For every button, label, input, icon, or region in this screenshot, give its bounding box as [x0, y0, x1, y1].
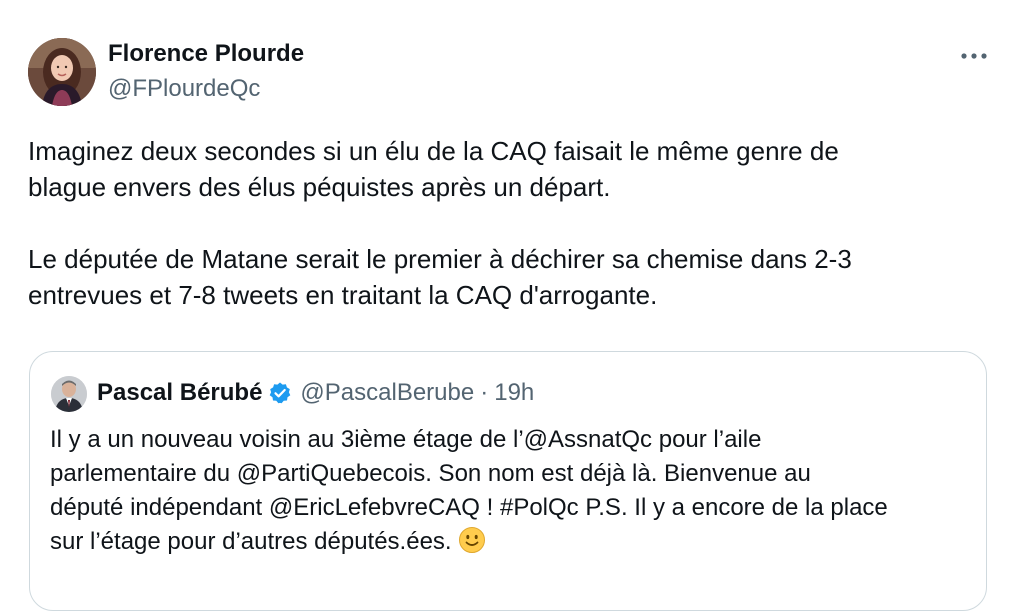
more-horizontal-icon — [961, 53, 987, 59]
quoted-author-name[interactable]: Pascal Bérubé — [97, 379, 262, 407]
quoted-avatar-image — [51, 376, 87, 412]
avatar-image — [28, 38, 96, 106]
tweet-text-line: entrevues et 7-8 tweets en traitant la C… — [28, 280, 658, 310]
quoted-author-avatar — [51, 376, 87, 412]
tweet-text-line: blague envers des élus péquistes après u… — [28, 172, 611, 202]
tweet-card: Florence Plourde @FPlourdeQc Imaginez de… — [0, 0, 1026, 611]
header-separator: · — [480, 379, 489, 406]
quoted-tweet-text: Il y a un nouveau voisin au 3ième étage … — [50, 423, 970, 559]
tweet-text-line: Imaginez deux secondes si un élu de la C… — [28, 136, 839, 166]
more-options-button[interactable] — [952, 38, 996, 74]
quoted-author-handle[interactable]: @PascalBerube — [300, 379, 474, 407]
quoted-tweet-timestamp[interactable]: 19h — [494, 379, 534, 407]
quoted-text-line: sur l’étage pour d’autres députés.ées. — [50, 528, 452, 555]
quoted-tweet-header: Pascal Bérubé @PascalBerube · 19h — [97, 376, 534, 410]
quoted-text-line: député indépendant @EricLefebvreCAQ ! #P… — [50, 494, 888, 521]
avatar[interactable] — [28, 38, 96, 106]
author-name[interactable]: Florence Plourde — [108, 38, 304, 70]
quoted-text-line-last: sur l’étage pour d’autres députés.ées. — [50, 525, 970, 559]
quoted-tweet[interactable]: Pascal Bérubé @PascalBerube · 19h Il y a… — [29, 351, 987, 611]
quoted-text-line: Il y a un nouveau voisin au 3ième étage … — [50, 426, 762, 453]
author-handle[interactable]: @FPlourdeQc — [108, 73, 260, 105]
verified-badge-icon — [268, 381, 292, 405]
tweet-text-line: Le députée de Matane serait le premier à… — [28, 244, 852, 274]
slightly-smiling-face-icon — [458, 526, 486, 554]
quoted-text-line: parlementaire du @PartiQuebecois. Son no… — [50, 460, 811, 487]
tweet-text: Imaginez deux secondes si un élu de la C… — [28, 133, 988, 313]
